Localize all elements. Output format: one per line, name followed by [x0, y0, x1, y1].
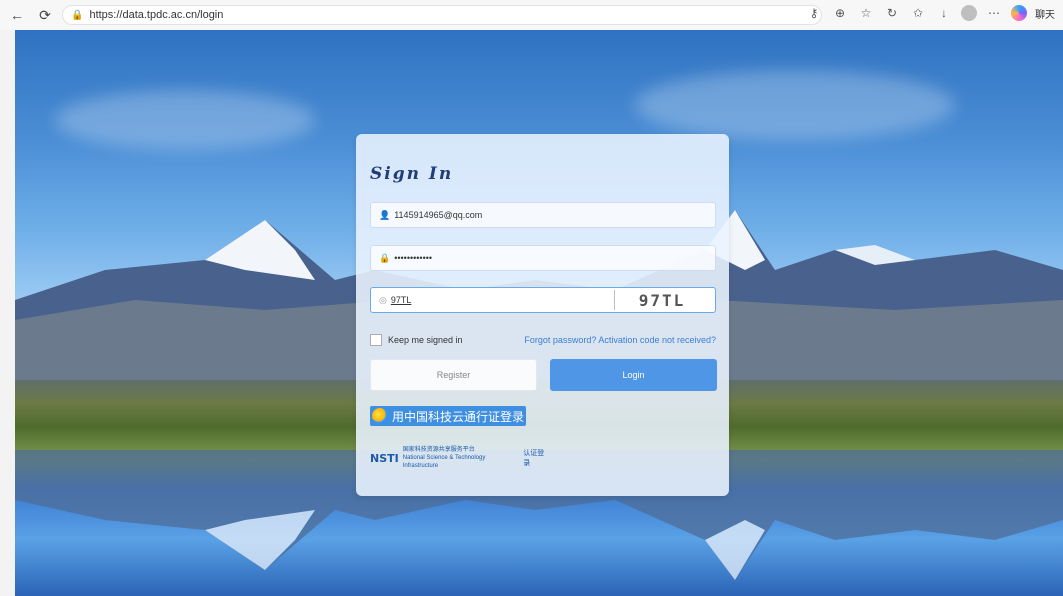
register-button[interactable]: Register	[370, 359, 537, 391]
forgot-password-link[interactable]: Forgot password? Activation code not rec…	[524, 335, 716, 345]
browser-toolbar: ← ⟳ 🔒 https://data.tpdc.ac.cn/login ⚷ ⊕ …	[0, 0, 1063, 30]
url-text: https://data.tpdc.ac.cn/login	[89, 9, 224, 21]
cstcloud-logo-icon	[372, 408, 388, 424]
lock-icon: 🔒	[379, 252, 391, 263]
nsti-name: 国家科技资源共享服务平台	[402, 447, 475, 453]
favorites-icon[interactable]: ✩	[909, 4, 927, 22]
user-icon: 👤	[379, 209, 391, 220]
email-field[interactable]: 👤 1145914965@qq.com	[370, 202, 716, 228]
refresh-alt-icon[interactable]: ↻	[883, 4, 901, 22]
password-field[interactable]: 🔒 ••••••••••••	[370, 245, 716, 271]
email-value: 1145914965@qq.com	[394, 210, 483, 220]
shield-icon: ◎	[379, 294, 387, 305]
profile-avatar[interactable]	[961, 5, 977, 21]
cstcloud-login-button[interactable]: 用中国科技云通行证登录	[370, 406, 526, 426]
lock-icon: 🔒	[71, 9, 84, 21]
nsti-cert-label: 认证登录	[523, 450, 545, 467]
sign-in-title: Sign In	[370, 164, 454, 184]
refresh-icon[interactable]: ⟳	[34, 4, 56, 26]
more-icon[interactable]: ⋯	[985, 4, 1003, 22]
cstcloud-label: 用中国科技云通行证登录	[392, 409, 525, 424]
copilot-icon[interactable]	[1011, 5, 1027, 21]
address-bar[interactable]: 🔒 https://data.tpdc.ac.cn/login	[62, 5, 822, 25]
captcha-value: 97TL	[390, 295, 412, 305]
zoom-icon[interactable]: ⊕	[831, 4, 849, 22]
star-icon[interactable]: ☆	[857, 4, 875, 22]
nsti-subtitle: National Science & Technology Infrastruc…	[402, 455, 486, 469]
browser-tools: ⚷ ⊕ ☆ ↻ ✩ ↓ ⋯ 聊天	[805, 4, 1055, 22]
nsti-logo: NSTI	[370, 451, 399, 465]
captcha-image[interactable]: 97TL	[614, 290, 709, 310]
remember-row: Keep me signed in Forgot password? Activ…	[370, 330, 716, 350]
remember-label: Keep me signed in	[388, 335, 463, 345]
login-card: Sign In 👤 1145914965@qq.com 🔒 ••••••••••…	[356, 134, 729, 496]
chat-label[interactable]: 聊天	[1035, 6, 1055, 21]
nsti-login-button[interactable]: NSTI 国家科技资源共享服务平台 National Science & Tec…	[370, 446, 550, 470]
password-value: ••••••••••••	[394, 253, 433, 263]
remember-checkbox[interactable]	[370, 334, 382, 346]
downloads-icon[interactable]: ↓	[935, 4, 953, 22]
key-icon[interactable]: ⚷	[805, 4, 823, 22]
login-button[interactable]: Login	[550, 359, 717, 391]
captcha-field[interactable]: ◎ 97TL 97TL	[370, 287, 716, 313]
back-arrow-icon[interactable]: ←	[6, 4, 28, 26]
